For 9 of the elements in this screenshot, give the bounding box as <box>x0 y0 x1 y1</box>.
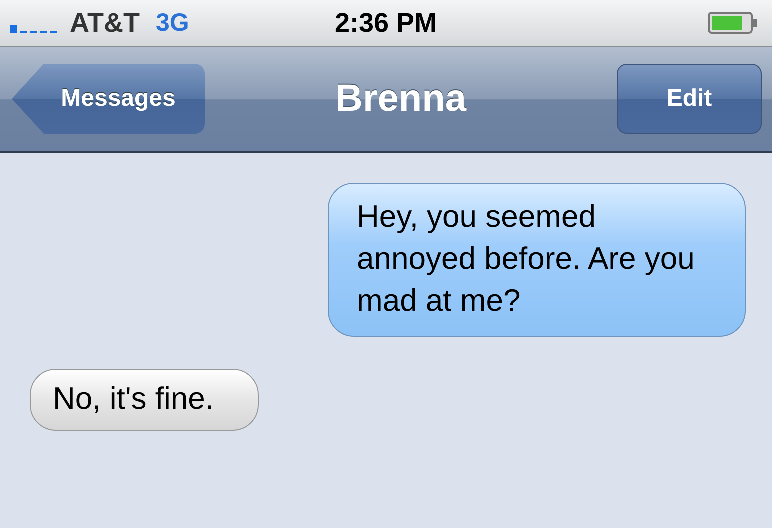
network-type: 3G <box>156 8 190 38</box>
battery-icon <box>708 12 758 34</box>
conversation-title: Brenna <box>336 78 466 120</box>
clock-time: 2:36 PM <box>334 8 438 38</box>
sent-message-bubble: Hey, you seemed annoyed before. Are you mad at me? <box>328 183 746 337</box>
received-message-bubble: No, it's fine. <box>30 369 259 431</box>
carrier-name: AT&T <box>70 8 140 38</box>
edit-button[interactable]: Edit <box>616 64 762 134</box>
back-button[interactable]: Messages <box>12 64 205 134</box>
